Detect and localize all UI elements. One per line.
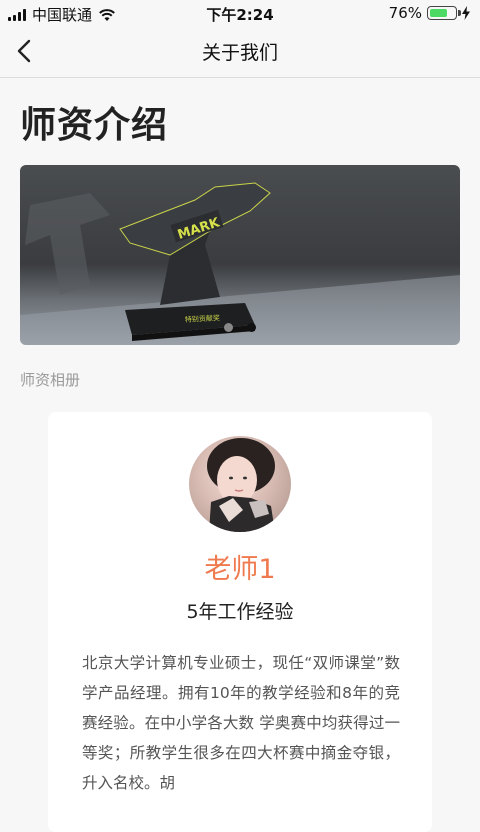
teacher-card[interactable]: 老师1 5年工作经验 北京大学计算机专业硕士，现任“双师课堂”数学产品经理。拥有… xyxy=(48,412,432,832)
teacher-avatar xyxy=(189,436,291,532)
banner-carousel[interactable]: 特别贡献奖 MARK xyxy=(20,165,460,345)
carousel-dot[interactable] xyxy=(224,323,233,332)
nav-bar: 关于我们 xyxy=(0,26,480,78)
teacher-experience: 5年工作经验 xyxy=(186,601,294,623)
battery-percent: 76% xyxy=(388,4,422,22)
status-bar: 中国联通 下午2:24 76% xyxy=(0,0,480,26)
teacher-bio: 北京大学计算机专业硕士，现任“双师课堂”数学产品经理。拥有10年的教学经验和8年… xyxy=(82,654,400,792)
section-label: 师资相册 xyxy=(20,371,81,389)
page-title: 师资介绍 xyxy=(20,105,169,146)
carousel-dot[interactable] xyxy=(247,323,256,332)
battery-icon xyxy=(427,6,461,20)
trophy-image: 特别贡献奖 MARK xyxy=(20,182,460,345)
nav-title: 关于我们 xyxy=(201,42,278,64)
teacher-name: 老师1 xyxy=(204,554,276,585)
carousel-indicator xyxy=(20,323,460,332)
charging-icon xyxy=(462,6,470,20)
